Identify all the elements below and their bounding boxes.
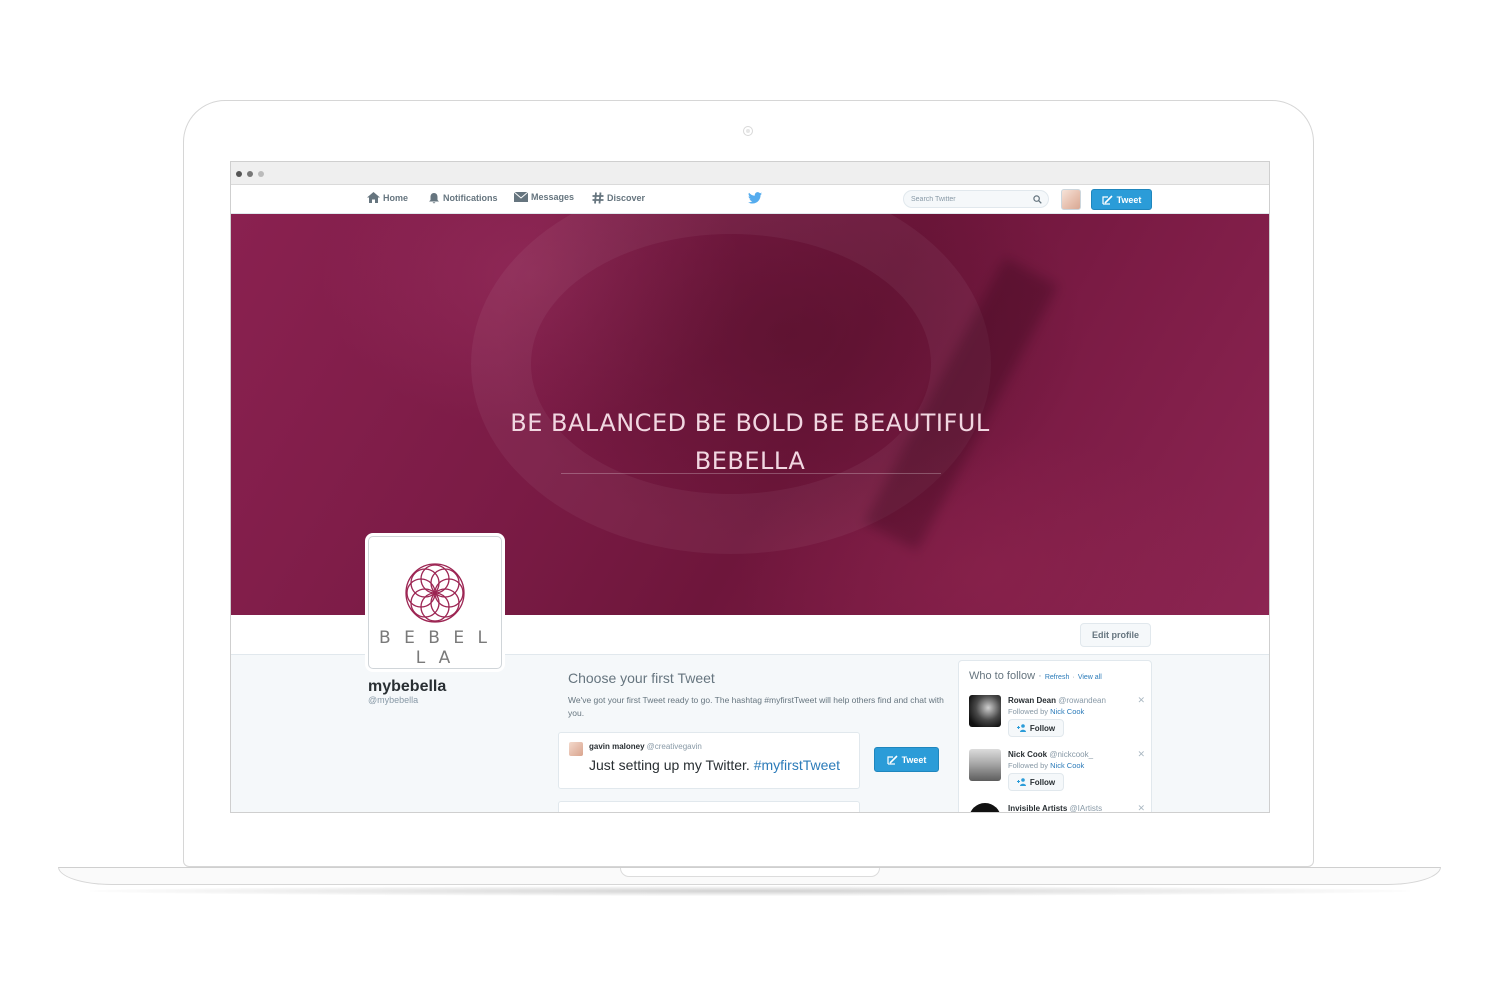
suggestion-name-text: Invisible Artists	[1008, 804, 1068, 813]
suggestion-handle: @nickcook_	[1049, 750, 1094, 759]
nav-discover-label: Discover	[607, 193, 646, 203]
tweet-author-name: gavin maloney	[589, 742, 645, 751]
suggested-tweet-card-2[interactable]	[558, 801, 860, 812]
compose-tweet-button[interactable]: Tweet	[1091, 189, 1152, 210]
nav-home-label: Home	[383, 192, 409, 203]
envelope-icon	[514, 192, 528, 202]
send-first-tweet-button[interactable]: Tweet	[874, 747, 939, 772]
hashtag-icon	[592, 192, 604, 204]
profile-avatar[interactable]: B E B E L L A	[368, 536, 502, 669]
follow-button-label: Follow	[1029, 723, 1056, 733]
follow-button[interactable]: Follow	[1008, 773, 1064, 791]
who-to-follow-title: Who to follow · Refresh · View all	[969, 670, 1102, 682]
nav-discover[interactable]: Discover	[592, 192, 645, 204]
refresh-link[interactable]: Refresh	[1045, 674, 1070, 681]
who-to-follow-heading: Who to follow	[969, 670, 1036, 682]
window-close-dot[interactable]	[236, 171, 242, 177]
search-icon[interactable]	[1033, 195, 1042, 204]
window-zoom-dot[interactable]	[258, 171, 264, 177]
tweet-author-handle: @creativegavin	[646, 742, 702, 751]
header-tagline: BE BALANCED BE BOLD BE BEAUTIFUL	[510, 409, 990, 437]
browser-screen: Home Notifications Messages Discover Twe…	[230, 161, 1270, 813]
top-navbar: Home Notifications Messages Discover Twe…	[231, 185, 1269, 214]
suggestion-name-text: Nick Cook	[1008, 750, 1048, 759]
tweet-text-body: Just setting up my Twitter.	[589, 757, 750, 773]
suggestion-handle: @rowandean	[1058, 696, 1106, 705]
compose-icon	[886, 754, 898, 765]
nav-messages-label: Messages	[531, 192, 575, 202]
edit-profile-button[interactable]: Edit profile	[1080, 623, 1151, 647]
suggestion-item: Rowan Dean @rowandean Followed by Nick C…	[969, 695, 1145, 745]
add-user-icon	[1016, 724, 1026, 732]
follow-button[interactable]: Follow	[1008, 719, 1064, 737]
camera-icon	[743, 126, 753, 136]
compose-tweet-label: Tweet	[1116, 194, 1142, 205]
followed-by-name[interactable]: Nick Cook	[1050, 761, 1084, 770]
twitter-bird-icon[interactable]	[748, 192, 762, 204]
first-tweet-description: We've got your first Tweet ready to go. …	[568, 695, 944, 718]
header-rule	[561, 473, 941, 474]
avatar-logo-text: B E B E L L A	[379, 628, 491, 668]
window-chrome	[231, 162, 1269, 185]
suggested-tweet-card[interactable]: gavin maloney @creativegavin Just setting…	[558, 732, 860, 789]
tweet-hashtag[interactable]: #myfirstTweet	[754, 757, 840, 773]
nav-home[interactable]: Home	[367, 192, 408, 203]
profile-name: mybebella	[368, 678, 447, 695]
first-tweet-title: Choose your first Tweet	[568, 670, 715, 686]
profile-handle: @mybebella	[368, 695, 419, 705]
search-box	[903, 190, 1049, 208]
laptop-shadow	[90, 886, 1410, 896]
dismiss-icon[interactable]: ✕	[1137, 695, 1145, 706]
dismiss-icon[interactable]: ✕	[1137, 749, 1145, 760]
send-first-tweet-label: Tweet	[901, 754, 927, 765]
wtf-separator: ·	[1072, 674, 1075, 681]
tweet-author: gavin maloney @creativegavin	[589, 742, 702, 751]
suggestion-avatar[interactable]	[969, 695, 1001, 727]
bell-icon	[429, 193, 439, 204]
suggestion-avatar[interactable]	[969, 803, 1001, 812]
suggestion-name[interactable]: Rowan Dean @rowandean	[1008, 696, 1106, 705]
header-brand: BEBELLA	[694, 447, 806, 475]
laptop-notch	[620, 868, 880, 877]
nav-messages[interactable]: Messages	[514, 192, 574, 202]
suggestion-avatar[interactable]	[969, 749, 1001, 781]
suggestion-followed-by: Followed by Nick Cook	[1008, 707, 1084, 716]
add-user-icon	[1016, 778, 1026, 786]
suggestion-item: Invisible Artists @IArtists ✕	[969, 803, 1145, 813]
suggestion-name-text: Rowan Dean	[1008, 696, 1057, 705]
view-all-link[interactable]: View all	[1078, 674, 1102, 681]
followed-by-name[interactable]: Nick Cook	[1050, 707, 1084, 716]
nav-notifications[interactable]: Notifications	[428, 192, 498, 204]
tweet-author-avatar	[569, 742, 583, 756]
nav-notifications-label: Notifications	[443, 193, 498, 203]
follow-button-label: Follow	[1029, 777, 1056, 787]
home-icon	[367, 192, 380, 203]
dismiss-icon[interactable]: ✕	[1137, 803, 1145, 812]
tweet-text: Just setting up my Twitter. #myfirstTwee…	[589, 757, 840, 773]
search-input[interactable]	[911, 194, 1026, 205]
suggestion-name[interactable]: Nick Cook @nickcook_	[1008, 750, 1093, 759]
bebella-logo-icon	[405, 563, 465, 623]
who-to-follow-panel: Who to follow · Refresh · View all Rowan…	[958, 660, 1152, 813]
followed-by-label: Followed by	[1008, 707, 1049, 716]
suggestion-followed-by: Followed by Nick Cook	[1008, 761, 1084, 770]
suggestion-name[interactable]: Invisible Artists @IArtists	[1008, 804, 1103, 813]
user-avatar[interactable]	[1061, 189, 1081, 210]
suggestion-item: Nick Cook @nickcook_ Followed by Nick Co…	[969, 749, 1145, 799]
compose-icon	[1101, 194, 1113, 205]
window-minimize-dot[interactable]	[247, 171, 253, 177]
suggestion-handle: @IArtists	[1069, 804, 1103, 813]
wtf-separator: ·	[1038, 670, 1042, 682]
followed-by-label: Followed by	[1008, 761, 1049, 770]
